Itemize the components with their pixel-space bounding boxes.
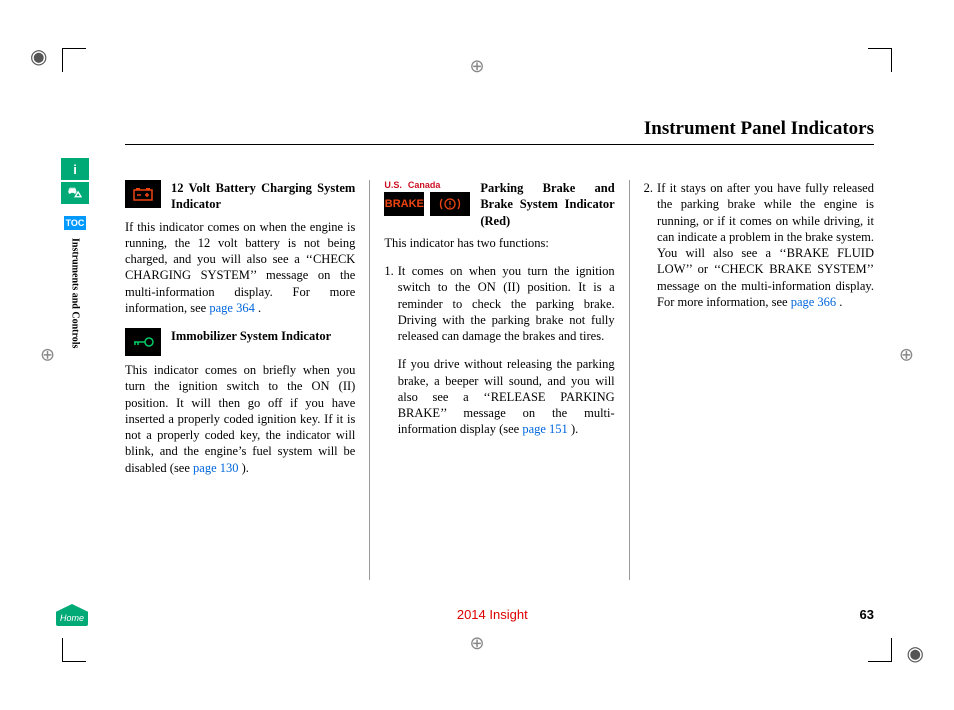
brake-indicator-heading: U.S. Canada BRAKE Parking Brake and Brak… — [384, 180, 614, 229]
content-area: 12 Volt Battery Charging System Indicato… — [125, 180, 874, 580]
item-number: 2. — [644, 180, 653, 310]
immobilizer-heading: Immobilizer System Indicator — [125, 328, 355, 356]
item-number: 1. — [384, 263, 393, 450]
crop-mark-bl — [62, 638, 86, 662]
brake-list-item-1: 1. It comes on when you turn the ignitio… — [384, 263, 614, 450]
brake-icons-group: U.S. Canada BRAKE — [384, 180, 470, 216]
us-label: U.S. — [384, 180, 402, 192]
battery-indicator-body: If this indicator comes on when the engi… — [125, 219, 355, 317]
text: ). — [239, 461, 249, 475]
text: ). — [568, 422, 578, 436]
brake-indicator-title: Parking Brake and Brake System Indicator… — [480, 180, 614, 229]
page-number: 63 — [860, 607, 874, 622]
text: This indicator comes on briefly when you… — [125, 363, 355, 475]
battery-indicator-heading: 12 Volt Battery Charging System Indicato… — [125, 180, 355, 213]
battery-icon — [125, 180, 161, 208]
text: If it stays on after you have fully rele… — [657, 181, 874, 309]
toc-button[interactable]: TOC — [64, 216, 86, 230]
immobilizer-key-icon — [125, 328, 161, 356]
battery-indicator-title: 12 Volt Battery Charging System Indicato… — [171, 180, 355, 213]
brake-intro: This indicator has two functions: — [384, 235, 614, 251]
crosshair-icon: ⊕ — [899, 345, 914, 366]
crop-mark-tl — [62, 48, 86, 72]
registration-mark-icon: ◉ — [907, 641, 924, 666]
item1-body: It comes on when you turn the ignition s… — [398, 263, 615, 344]
model-year: 2014 Insight — [125, 607, 860, 622]
column-1: 12 Volt Battery Charging System Indicato… — [125, 180, 355, 580]
brake-us-icon: BRAKE — [384, 192, 424, 216]
immobilizer-body: This indicator comes on briefly when you… — [125, 362, 355, 476]
page-130-link[interactable]: page 130 — [193, 461, 238, 475]
sidebar: i ⛍ TOC Instruments and Controls — [58, 158, 92, 348]
page-366-link[interactable]: page 366 — [791, 295, 836, 309]
text: If you drive without releasing the parki… — [398, 357, 615, 436]
brake-canada-icon — [430, 192, 470, 216]
crosshair-icon: ⊕ — [40, 345, 55, 366]
page-title: Instrument Panel Indicators — [125, 118, 874, 145]
text: . — [255, 301, 261, 315]
crop-mark-br — [868, 638, 892, 662]
brake-list-item-2: 2. If it stays on after you have fully r… — [644, 180, 874, 310]
car-button[interactable]: ⛍ — [61, 182, 89, 204]
canada-label: Canada — [408, 180, 441, 192]
crosshair-icon: ⊕ — [469, 633, 484, 654]
section-label: Instruments and Controls — [70, 238, 81, 348]
column-2: U.S. Canada BRAKE Parking Brake and Brak… — [369, 180, 614, 580]
info-button[interactable]: i — [61, 158, 89, 180]
page-364-link[interactable]: page 364 — [209, 301, 254, 315]
column-3: 2. If it stays on after you have fully r… — [629, 180, 874, 580]
immobilizer-title: Immobilizer System Indicator — [171, 328, 331, 344]
crosshair-icon: ⊕ — [469, 56, 484, 77]
home-button[interactable]: Home — [56, 604, 88, 626]
page-151-link[interactable]: page 151 — [522, 422, 567, 436]
text: . — [836, 295, 842, 309]
crop-mark-tr — [868, 48, 892, 72]
registration-mark-icon: ◉ — [30, 44, 47, 69]
page-footer: 2014 Insight 63 — [125, 607, 874, 622]
item1-para2: If you drive without releasing the parki… — [398, 356, 615, 437]
